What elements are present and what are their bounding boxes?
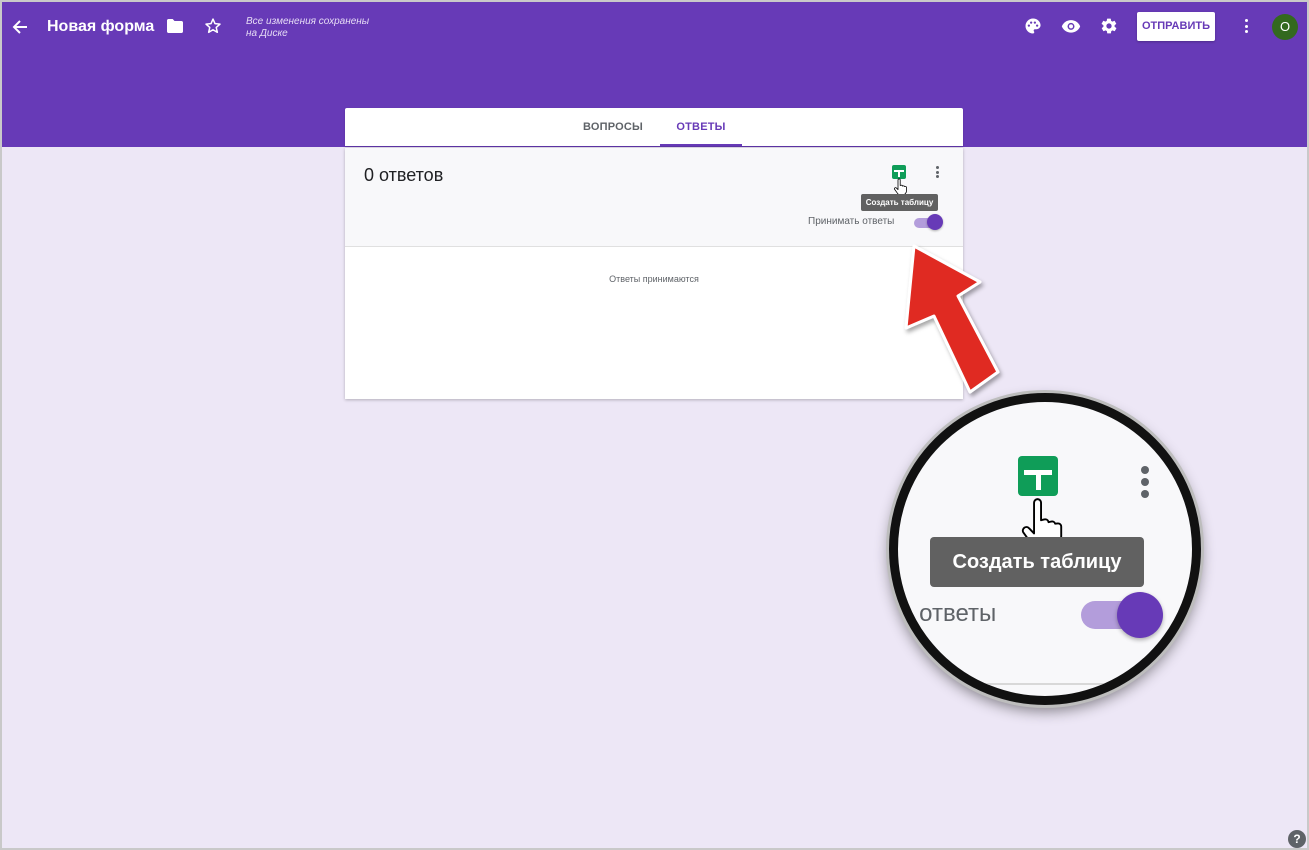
palette-icon[interactable] [1023,16,1043,36]
folder-icon[interactable] [165,16,185,36]
response-count: 0 ответов [364,165,444,185]
responses-status: Ответы принимаются [609,274,699,284]
annotation-arrow [904,244,1000,394]
toggle-knob[interactable] [927,214,943,230]
active-tab-indicator [660,144,742,146]
save-status: Все изменения сохранены на Диске [246,16,396,40]
save-status-line1: Все изменения сохранены [246,16,370,27]
create-sheet-tooltip: Создать таблицу [861,194,938,211]
form-tabs: ВОПРОСЫ ОТВЕТЫ [345,108,963,146]
more-vert-icon[interactable] [1243,19,1249,33]
back-arrow-icon[interactable] [10,17,30,37]
save-status-line2: на Диске [246,28,288,39]
more-vert-icon [1140,466,1149,498]
send-button[interactable]: ОТПРАВИТЬ [1137,12,1215,41]
tab-responses[interactable]: ОТВЕТЫ [660,108,742,146]
magnified-accept-label: ь ответы [900,600,997,627]
sheets-icon [1018,456,1058,496]
more-vert-icon[interactable] [934,166,940,178]
form-title[interactable]: Новая форма [47,17,154,37]
help-icon[interactable]: ? [1288,830,1306,848]
star-icon[interactable] [203,16,223,36]
eye-icon[interactable] [1060,16,1082,36]
avatar[interactable]: О [1272,14,1298,40]
magnified-tooltip: Создать таблицу [930,537,1144,587]
tab-questions[interactable]: ВОПРОСЫ [567,108,659,146]
magnified-divider [898,683,1192,685]
sheets-icon[interactable] [892,165,906,179]
responses-summary: 0 ответов Создать таблицу Принимать отве… [345,148,963,247]
magnified-toggle-knob [1117,592,1163,638]
gear-icon[interactable] [1099,16,1119,36]
responses-card: 0 ответов Создать таблицу Принимать отве… [345,148,963,399]
magnifier-callout: Создать таблицу ь ответы [889,393,1201,705]
accept-responses-label: Принимать ответы [808,216,895,227]
